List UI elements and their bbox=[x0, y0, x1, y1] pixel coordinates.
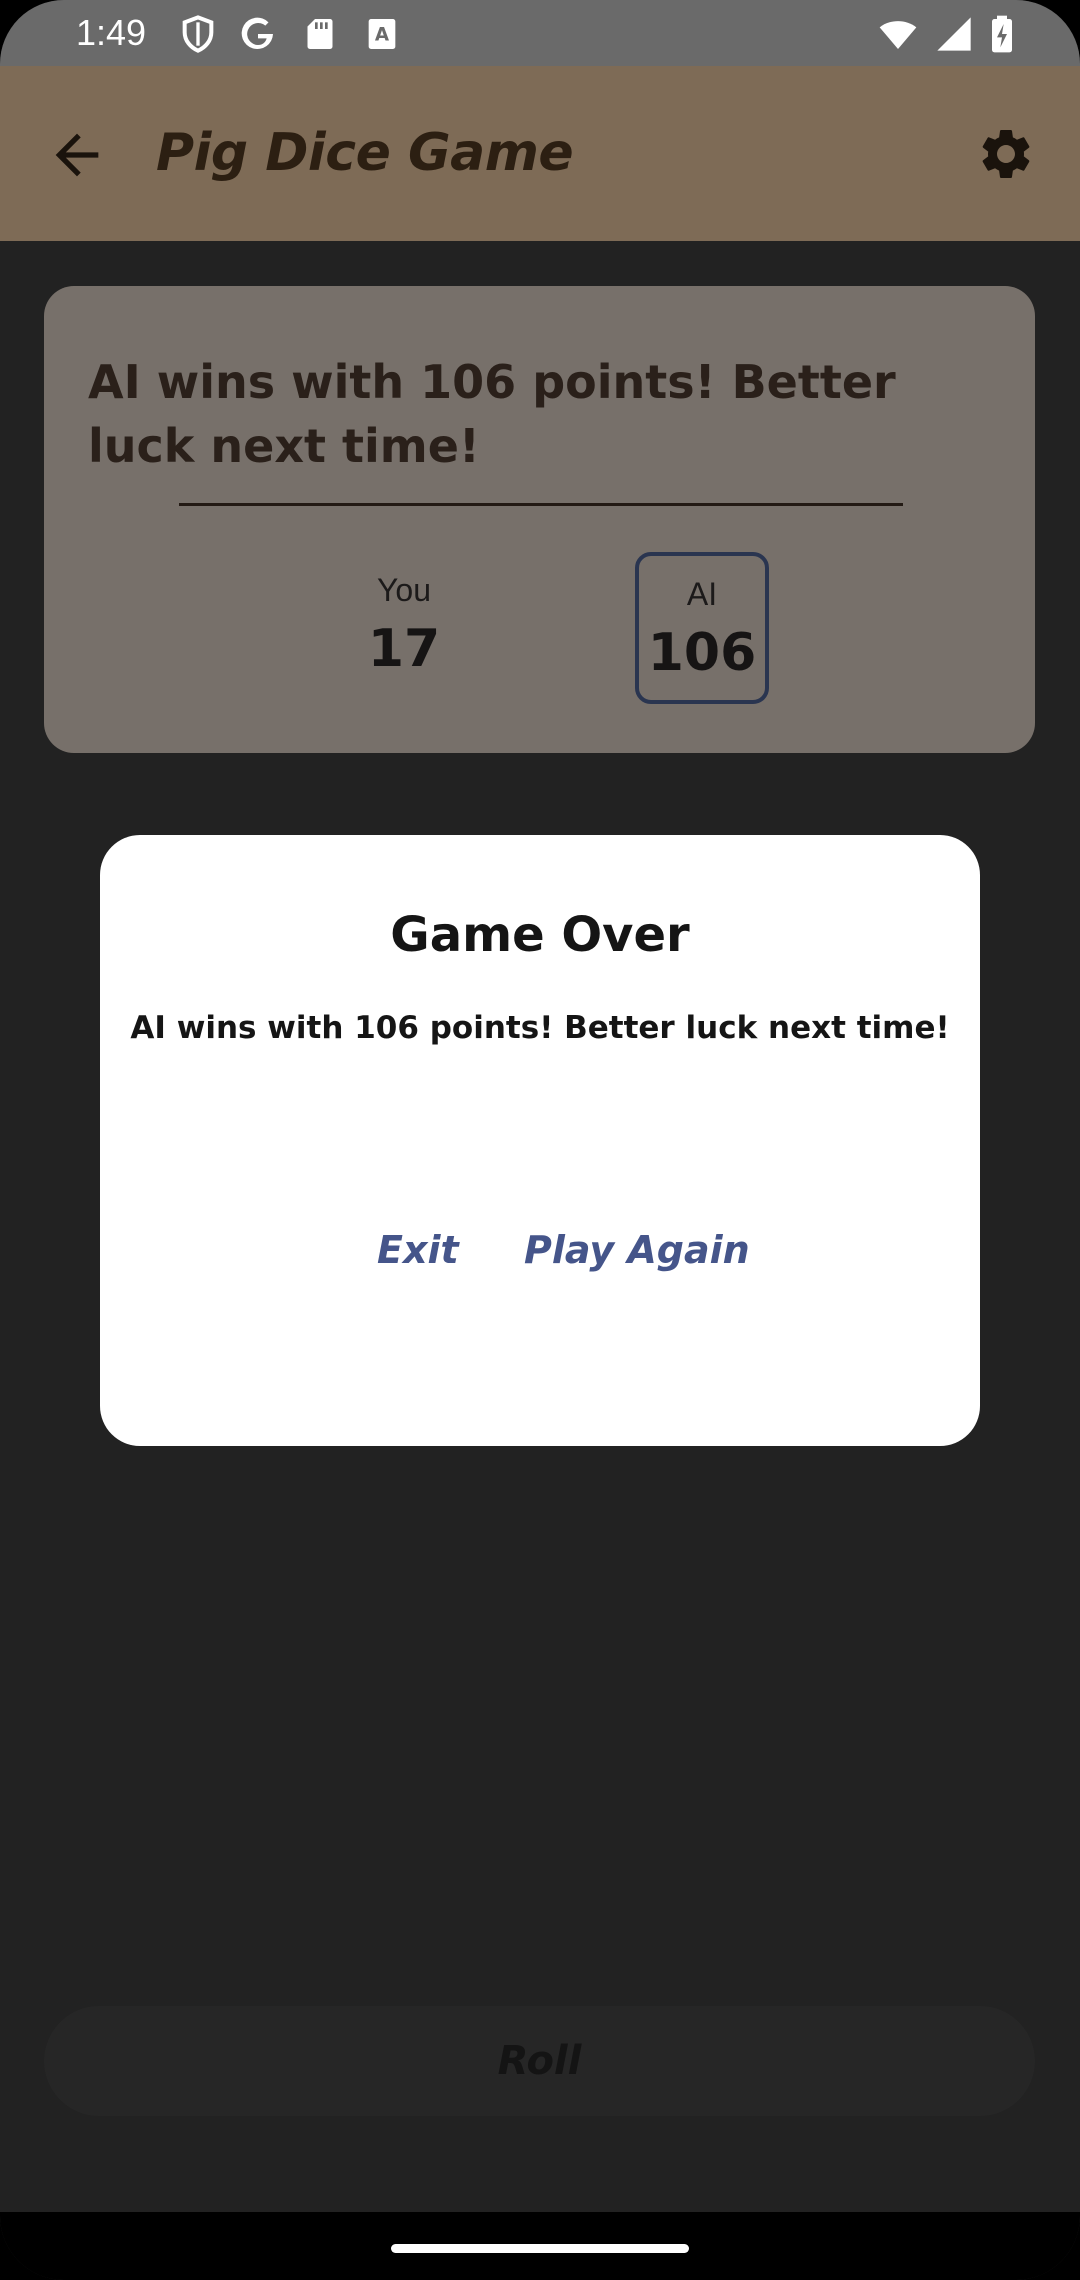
roll-button-label: Roll bbox=[497, 2038, 582, 2084]
back-button[interactable] bbox=[32, 112, 122, 202]
cell-signal-icon bbox=[934, 14, 974, 54]
arrow-back-icon bbox=[45, 123, 109, 191]
score-message: AI wins with 106 points! Better luck nex… bbox=[88, 355, 896, 473]
wifi-icon bbox=[878, 14, 918, 54]
status-time: 1:49 bbox=[76, 12, 147, 53]
score-card: AI wins with 106 points! Better luck nex… bbox=[44, 286, 1035, 753]
status-bar: 1:49 A bbox=[0, 0, 1080, 66]
player-score-value: 17 bbox=[367, 619, 441, 679]
home-indicator[interactable] bbox=[391, 2244, 689, 2253]
navigation-bar bbox=[0, 2212, 1080, 2280]
svg-text:A: A bbox=[375, 25, 390, 46]
player-score-ai: AI 106 bbox=[635, 552, 769, 704]
sd-card-icon bbox=[300, 14, 340, 54]
player-score-you: You 17 bbox=[337, 552, 471, 704]
keyboard-icon: A bbox=[362, 14, 402, 54]
player-label: AI bbox=[686, 576, 718, 612]
roll-button[interactable]: Roll bbox=[44, 2006, 1035, 2116]
app-bar: Pig Dice Game bbox=[0, 66, 1080, 241]
game-over-dialog: Game Over AI wins with 106 points! Bette… bbox=[100, 835, 980, 1446]
play-again-button[interactable]: Play Again bbox=[524, 1225, 750, 1275]
battery-charging-icon bbox=[982, 14, 1022, 54]
gear-icon bbox=[976, 124, 1036, 188]
page-title: Pig Dice Game bbox=[156, 123, 574, 183]
shield-icon bbox=[178, 14, 218, 54]
settings-button[interactable] bbox=[968, 118, 1044, 194]
google-icon bbox=[238, 14, 278, 54]
app-screen: 1:49 A Pig Dice Game AI wins with 106 po… bbox=[0, 0, 1080, 2280]
player-label: You bbox=[377, 572, 431, 608]
divider bbox=[179, 503, 903, 506]
dialog-title: Game Over bbox=[390, 907, 690, 963]
exit-button[interactable]: Exit bbox=[377, 1225, 459, 1275]
player-score-value: 106 bbox=[647, 623, 757, 683]
dialog-message: AI wins with 106 points! Better luck nex… bbox=[130, 1010, 950, 1046]
